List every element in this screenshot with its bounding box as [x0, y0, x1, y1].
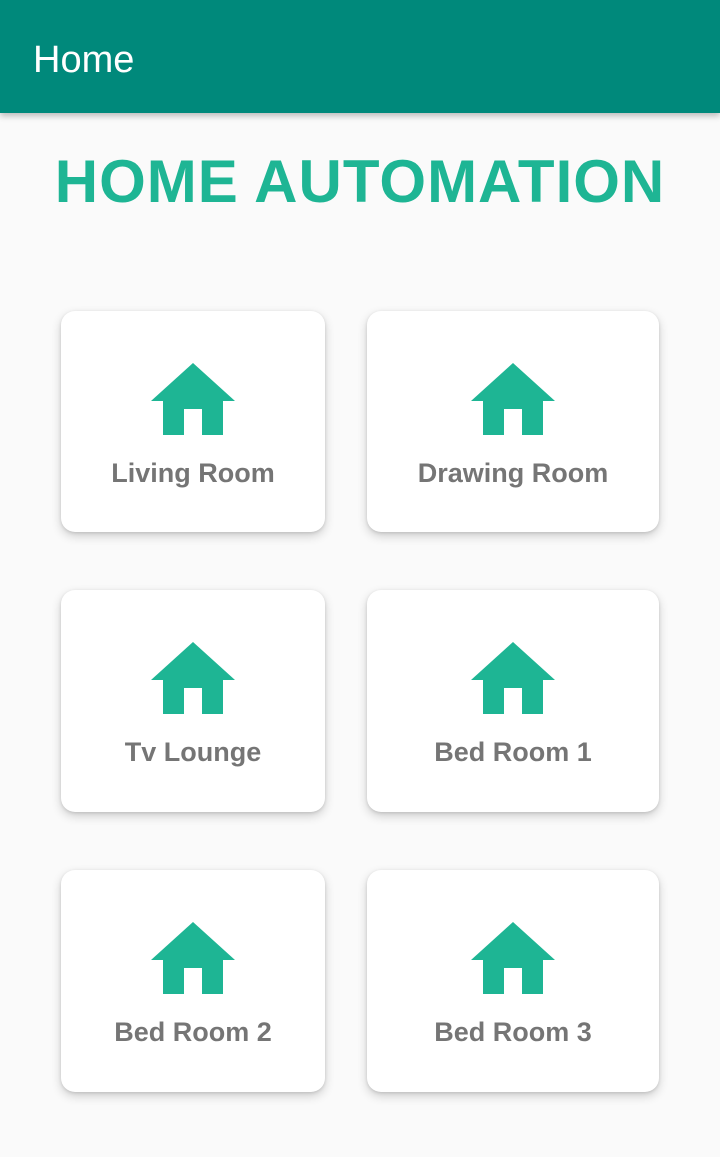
room-card-bed-room-1[interactable]: Bed Room 1 [367, 590, 659, 812]
room-label: Bed Room 3 [434, 1017, 592, 1047]
room-label: Drawing Room [417, 458, 609, 488]
room-card-bed-room-3[interactable]: Bed Room 3 [367, 870, 659, 1092]
room-label: Living Room [111, 458, 275, 488]
room-label: Bed Room 1 [434, 737, 592, 767]
room-card-tv-lounge[interactable]: Tv Lounge [61, 590, 325, 812]
room-card-bed-room-2[interactable]: Bed Room 2 [61, 870, 325, 1092]
room-label: Bed Room 2 [114, 1017, 272, 1047]
room-card-drawing-room[interactable]: Drawing Room [367, 311, 659, 532]
home-icon [471, 363, 555, 435]
app-bar-title: Home [33, 39, 135, 81]
room-label: Tv Lounge [124, 737, 262, 767]
home-icon [151, 922, 235, 994]
room-card-living-room[interactable]: Living Room [61, 311, 325, 532]
app-bar: Home [0, 0, 720, 113]
home-icon [151, 642, 235, 714]
home-icon [471, 922, 555, 994]
home-icon [471, 642, 555, 714]
home-icon [151, 363, 235, 435]
page-title: HOME AUTOMATION [54, 148, 666, 215]
